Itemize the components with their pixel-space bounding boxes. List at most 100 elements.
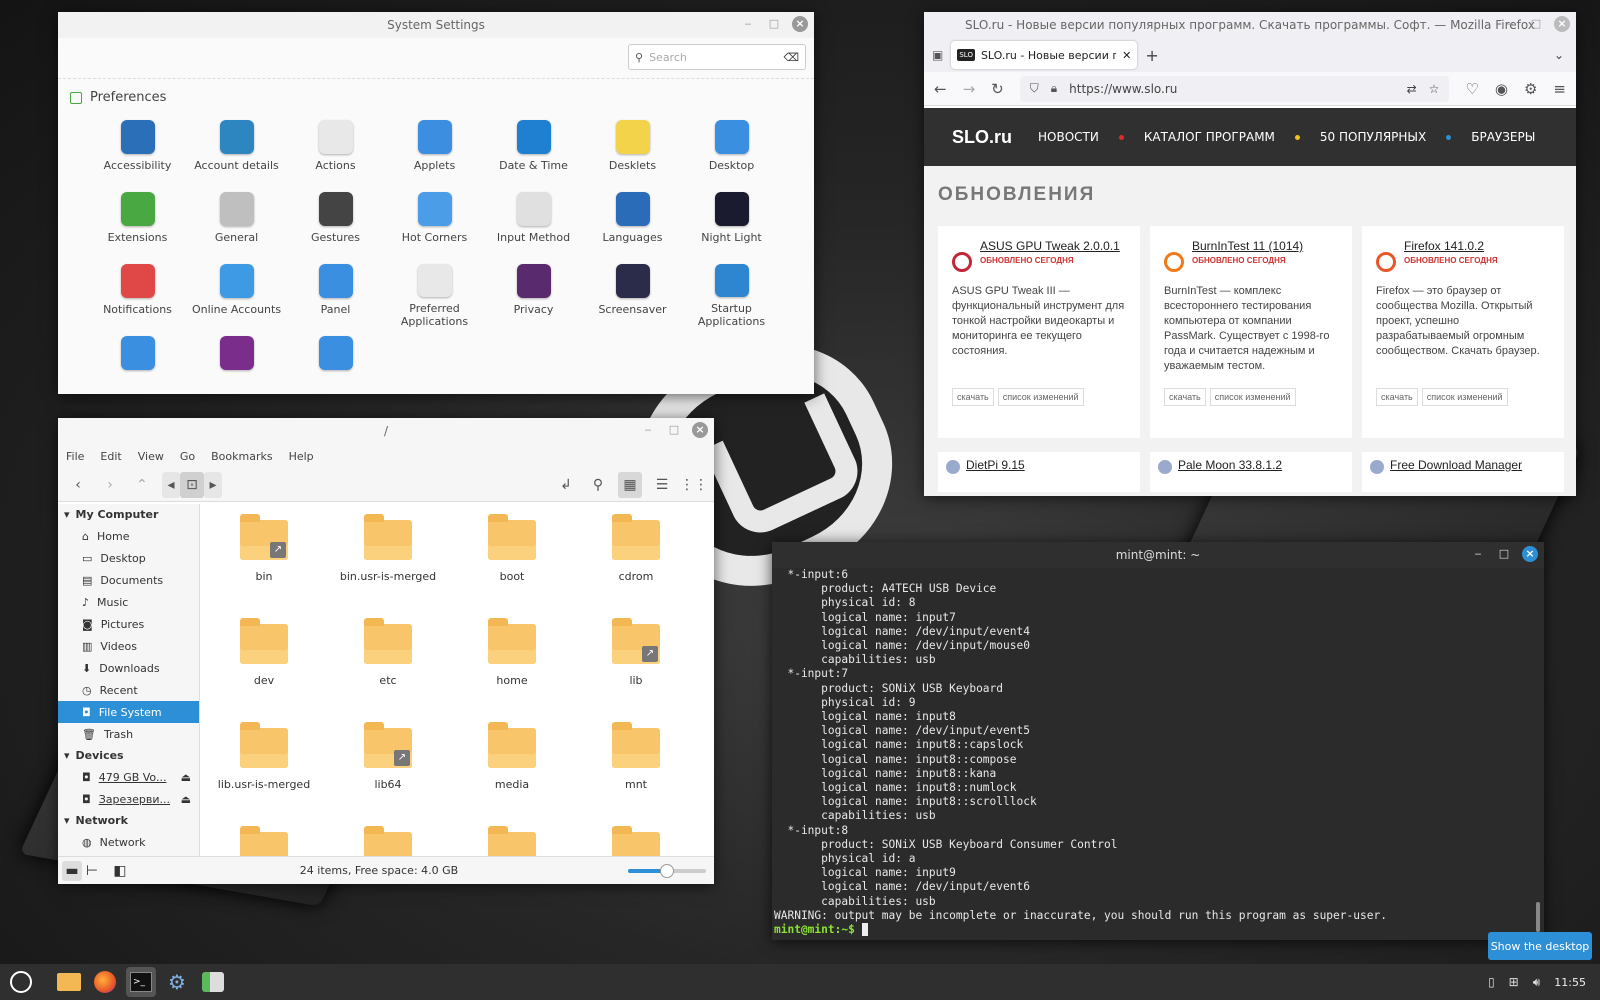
maximize-button[interactable]: □ xyxy=(766,16,782,32)
download-button[interactable]: скачать xyxy=(1376,388,1418,406)
folder-item[interactable]: media xyxy=(450,722,574,816)
settings-item-17[interactable]: Preferred Applications xyxy=(385,264,484,328)
minimize-button[interactable]: ‒ xyxy=(1470,546,1486,562)
maximize-button[interactable]: □ xyxy=(1528,16,1544,32)
terminal-output[interactable]: *-input:6 product: A4TECH USB Device phy… xyxy=(772,568,1530,940)
folder-item[interactable]: ↗ lib64 xyxy=(326,722,450,816)
site-nav-link[interactable]: НОВОСТИ xyxy=(1038,130,1099,144)
search-icon[interactable]: ⚲ xyxy=(586,472,610,498)
folder-item[interactable] xyxy=(326,826,450,856)
terminal-prompt-line[interactable]: mint@mint:~$ xyxy=(774,923,1530,937)
clear-icon[interactable]: ⌫ xyxy=(783,51,799,64)
sidebar-item[interactable]: ◷ Recent xyxy=(58,679,199,701)
close-tab-icon[interactable]: ✕ xyxy=(1122,49,1131,62)
folder-item[interactable]: lib.usr-is-merged xyxy=(202,722,326,816)
app-name-link[interactable]: ASUS GPU Tweak 2.0.0.1 xyxy=(980,240,1120,253)
menu-file[interactable]: File xyxy=(66,450,84,463)
places-toggle-icon[interactable]: ▬ xyxy=(62,860,82,881)
app-name-link[interactable]: BurnInTest 11 (1014) xyxy=(1192,240,1303,253)
zoom-handle[interactable] xyxy=(660,863,674,878)
forward-icon[interactable]: › xyxy=(98,472,122,498)
network-icon[interactable]: ⊞ xyxy=(1509,975,1519,989)
system-settings-launcher[interactable] xyxy=(198,967,228,997)
settings-item-2[interactable]: Actions xyxy=(286,120,385,184)
download-button[interactable]: скачать xyxy=(952,388,994,406)
folder-item[interactable]: mnt xyxy=(574,722,698,816)
site-logo[interactable]: SLO.ru xyxy=(952,127,1012,148)
filesystem-breadcrumb-icon[interactable]: ⊡ xyxy=(180,471,204,498)
settings-item-8[interactable]: General xyxy=(187,192,286,256)
account-icon[interactable]: ◉ xyxy=(1495,80,1508,98)
url-bar[interactable]: ⛉ 🔒︎ https://www.slo.ru ⇄ ☆ xyxy=(1019,75,1450,102)
title-bar[interactable]: SLO.ru - Новые версии популярных програм… xyxy=(924,12,1576,38)
settings-item-10[interactable]: Hot Corners xyxy=(385,192,484,256)
folder-item[interactable] xyxy=(450,826,574,856)
folder-item[interactable] xyxy=(202,826,326,856)
maximize-button[interactable]: □ xyxy=(1496,546,1512,562)
sidebar-item[interactable]: ◘ File System xyxy=(58,701,199,723)
close-button[interactable]: × xyxy=(692,422,708,438)
settings-item-15[interactable]: Online Accounts xyxy=(187,264,286,328)
folder-item[interactable]: etc xyxy=(326,618,450,712)
folder-item[interactable]: ↗ lib xyxy=(574,618,698,712)
back-icon[interactable]: ← xyxy=(934,80,947,98)
settings-item-14[interactable]: Notifications xyxy=(88,264,187,328)
download-button[interactable]: скачать xyxy=(1164,388,1206,406)
sidebar-item[interactable]: ⬇ Downloads xyxy=(58,657,199,679)
close-button[interactable]: × xyxy=(792,16,808,32)
terminal-launcher[interactable]: >_ xyxy=(126,967,156,997)
folder-item[interactable]: ↗ bin xyxy=(202,514,326,608)
shield-icon[interactable]: ⛉ xyxy=(1030,81,1039,96)
minimize-button[interactable]: ‒ xyxy=(740,16,756,32)
site-nav-link[interactable]: КАТАЛОГ ПРОГРАММ xyxy=(1144,130,1275,144)
settings-item-5[interactable]: Desklets xyxy=(583,120,682,184)
pocket-icon[interactable]: ♡ xyxy=(1465,80,1478,98)
maximize-button[interactable]: □ xyxy=(666,422,682,438)
reload-icon[interactable]: ↻ xyxy=(991,80,1004,98)
settings-item-20[interactable]: Startup Applications xyxy=(682,264,781,328)
new-tab-icon[interactable]: + xyxy=(1145,46,1158,65)
settings-item-23[interactable] xyxy=(286,336,385,394)
title-bar[interactable]: System Settings ‒ □ × xyxy=(58,12,814,38)
menu-button[interactable] xyxy=(6,967,36,997)
forward-icon[interactable]: → xyxy=(963,80,976,98)
extensions-icon[interactable]: ⚙ xyxy=(1524,80,1537,98)
sidebar-device[interactable]: ◘ Зарезерви... ⏏ xyxy=(58,788,199,810)
list-view-icon[interactable]: ☰ xyxy=(650,472,674,498)
menu-bookmarks[interactable]: Bookmarks xyxy=(211,450,272,463)
folder-item[interactable]: dev xyxy=(202,618,326,712)
changelog-button[interactable]: список изменений xyxy=(997,388,1084,406)
sidebar-item[interactable]: ▥ Videos xyxy=(58,635,199,657)
sidebar-item[interactable]: ⌂ Home xyxy=(58,525,199,547)
folder-item[interactable]: cdrom xyxy=(574,514,698,608)
compact-view-icon[interactable]: ⋮⋮ xyxy=(680,472,708,498)
workspace-icon[interactable]: ▯ xyxy=(1488,975,1495,989)
list-tabs-icon[interactable]: ⌄ xyxy=(1554,48,1564,62)
scrollbar[interactable] xyxy=(1536,902,1540,932)
eject-icon[interactable]: ⏏ xyxy=(181,771,191,784)
settings-item-18[interactable]: Privacy xyxy=(484,264,583,328)
folder-item[interactable]: boot xyxy=(450,514,574,608)
changelog-button[interactable]: список изменений xyxy=(1421,388,1508,406)
translate-icon[interactable]: ⇄ xyxy=(1407,82,1417,96)
settings-item-16[interactable]: Panel xyxy=(286,264,385,328)
settings-item-0[interactable]: Accessibility xyxy=(88,120,187,184)
sidebar-item[interactable]: ◙ Pictures xyxy=(58,613,199,635)
title-bar[interactable]: / ‒ □ × xyxy=(58,418,714,444)
minimize-button[interactable]: ‒ xyxy=(640,422,656,438)
folder-item[interactable] xyxy=(574,826,698,856)
tab-overview-icon[interactable]: ▣ xyxy=(932,48,943,62)
files-launcher[interactable] xyxy=(54,967,84,997)
settings-item-1[interactable]: Account details xyxy=(187,120,286,184)
sidebar-header[interactable]: ▾ My Computer xyxy=(58,504,199,525)
sidebar-item[interactable]: 🗑︎ Trash xyxy=(58,723,199,745)
site-nav-link[interactable]: БРАУЗЕРЫ xyxy=(1471,130,1535,144)
settings-item-6[interactable]: Desktop xyxy=(682,120,781,184)
settings-item-22[interactable] xyxy=(187,336,286,394)
sidebar-toggle-icon[interactable]: ◧ xyxy=(110,861,130,881)
icon-view-icon[interactable]: ▦ xyxy=(618,471,642,498)
sidebar-item[interactable]: ♪ Music xyxy=(58,591,199,613)
sidebar-header[interactable]: ▾ Devices xyxy=(58,745,199,766)
changelog-button[interactable]: список изменений xyxy=(1209,388,1296,406)
menu-edit[interactable]: Edit xyxy=(100,450,121,463)
